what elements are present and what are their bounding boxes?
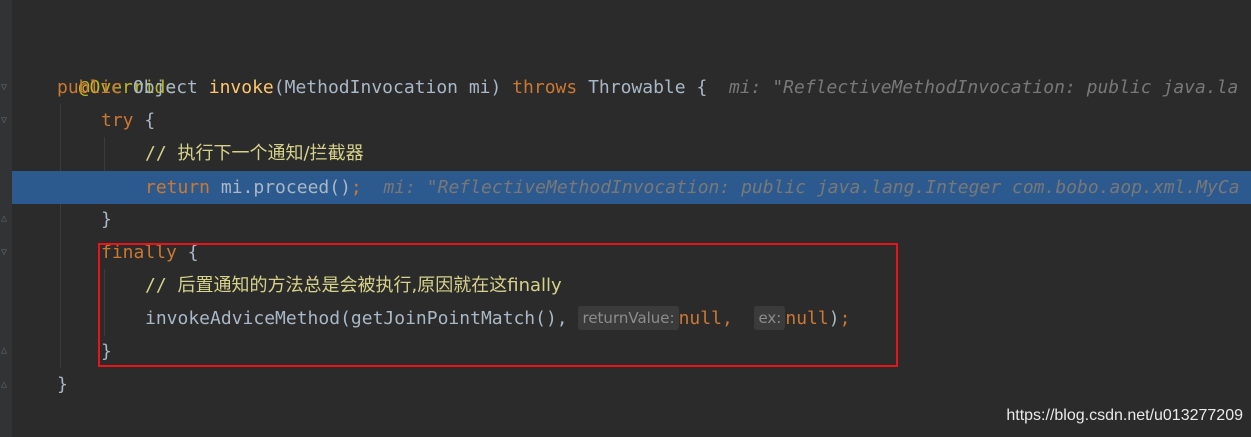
keyword-public: public (57, 77, 123, 98)
open-brace: { (144, 110, 156, 131)
keyword-try: try (101, 110, 134, 131)
fold-icon[interactable]: △ (1, 380, 10, 390)
fold-icon[interactable]: △ (1, 214, 10, 224)
fold-icon[interactable]: ▽ (1, 116, 10, 126)
fold-icon[interactable]: ▽ (1, 83, 10, 93)
code-line-5[interactable]: return mi.proceed(); mi: "ReflectiveMeth… (145, 171, 1240, 204)
expression-proceed: mi.proceed() (220, 177, 351, 198)
finally-block-highlight-box (98, 243, 898, 367)
debug-inline-value: mi: "ReflectiveMethodInvocation: public … (729, 77, 1239, 98)
type-throwable: Throwable (588, 77, 686, 98)
debug-inline-value: mi: "ReflectiveMethodInvocation: public … (383, 177, 1240, 198)
code-line-6[interactable]: } (101, 203, 112, 236)
code-line-11[interactable]: } (57, 368, 68, 401)
open-brace: { (696, 77, 708, 98)
code-line-3[interactable]: try { (101, 104, 155, 137)
keyword-return: return (145, 177, 211, 198)
code-line-2[interactable]: public Object invoke(MethodInvocation mi… (57, 71, 1238, 104)
keyword-throws: throws (512, 77, 578, 98)
comment-text: 执行下一个通知/拦截器 (177, 143, 364, 164)
type-object: Object (132, 77, 198, 98)
watermark-text: https://blog.csdn.net/u013277209 (1006, 407, 1243, 424)
indent-guide (60, 104, 61, 368)
code-line-1[interactable]: @Override (57, 38, 177, 98)
comment-slashes: // (145, 143, 167, 164)
fold-icon[interactable]: ▽ (1, 248, 10, 258)
close-brace: } (101, 209, 112, 230)
method-params: (MethodInvocation mi) (273, 77, 502, 98)
close-brace: } (57, 374, 68, 395)
method-name-invoke: invoke (208, 77, 274, 98)
semicolon: ; (350, 177, 362, 198)
code-line-4[interactable]: // 执行下一个通知/拦截器 (145, 137, 364, 170)
fold-icon[interactable]: △ (1, 346, 10, 356)
